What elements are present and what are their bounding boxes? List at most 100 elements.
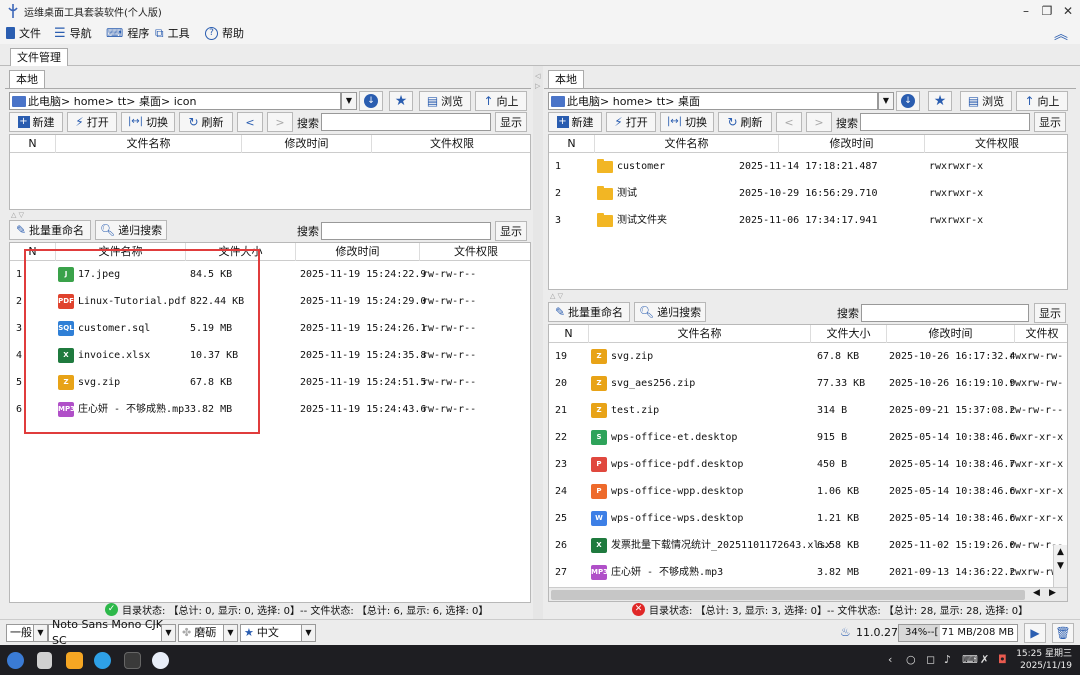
table-row[interactable]: 26 X 发票批量下载情况统计_20251101172643.xlsx 6.58 KB… [549,532,1067,559]
file-name[interactable]: invoice.xlsx [78,342,190,369]
keyboard-icon[interactable]: ⌨ [962,653,978,666]
open-button[interactable]: ⚡ 打开 [606,112,656,132]
theme-select[interactable]: ✤ 磨砺 ▼ [178,624,238,642]
table-row[interactable]: 4 Xinvoice.xlsx 10.37 KB 2025-11-19 15:24:3… [10,342,530,369]
menu-nav[interactable]: ☰ 导航 [54,25,92,41]
splitter-handle[interactable]: △ ▽ [11,211,24,219]
col-name[interactable]: 文件名称 [589,325,811,343]
col-perm[interactable]: 文件权限 [372,135,530,153]
table-row[interactable]: 25 Wwps-office-wps.desktop 1.21 KB 2025-05-… [549,505,1067,532]
file-name[interactable]: customer.sql [78,315,190,342]
table-row[interactable]: 19 Zsvg.zip 67.8 KB 2025-10-26 16:17:32.442… [549,343,1067,370]
file-name[interactable]: 发票批量下载情况统计_20251101172643.xlsx [611,532,831,559]
col-mtime[interactable]: 修改时间 [887,325,1015,343]
volume-icon[interactable]: ♪ [944,653,951,666]
col-size[interactable]: 文件大小 [811,325,887,343]
menu-help[interactable]: ? 帮助 [205,25,244,41]
file-name[interactable]: wps-office-pdf.desktop [611,451,831,478]
left-path-bar[interactable]: 此电脑 > home > tt > 桌面 > icon [9,92,341,110]
refresh-button[interactable]: ↻ 刷新 [179,112,233,132]
forward-button[interactable]: > [267,112,293,132]
up-button[interactable]: ↑ 向上 [1016,91,1068,111]
file-show-button[interactable]: 显示 [1034,303,1066,323]
file-name[interactable]: wps-office-wpp.desktop [611,478,831,505]
back-button[interactable]: < [776,112,802,132]
col-perm[interactable]: 文件权限 [925,135,1067,153]
table-row[interactable]: 20 Zsvg_aes256.zip 77.33 KB 2025-10-26 16:1… [549,370,1067,397]
table-row[interactable]: 21 Ztest.zip 314 B 2025-09-21 15:37:08.224 r… [549,397,1067,424]
scroll-left-icon[interactable]: ◀ [1033,588,1040,598]
table-row[interactable]: 5 Zsvg.zip 67.8 KB 2025-11-19 15:24:51.553 r… [10,369,530,396]
right-path-seg[interactable]: home [613,95,644,108]
terminal-icon[interactable] [124,652,141,669]
chevron-down-icon[interactable]: ▼ [341,92,357,110]
table-row[interactable]: 27 MP3 庄心妍 - 不够成熟.mp3 3.82 MB 2021-09-13 14:… [549,559,1067,586]
col-n[interactable]: N [549,135,595,153]
back-button[interactable]: < [237,112,263,132]
clock[interactable]: 15:25 星期三 2025/11/19 [1016,648,1072,672]
mode-select[interactable]: 一般 ▼ [6,624,48,642]
forward-button[interactable]: > [806,112,832,132]
notification-icon[interactable]: ◘ [998,653,1007,666]
chevron-down-icon[interactable]: ▼ [878,92,894,110]
switch-button[interactable]: |↔| 切换 [660,112,714,132]
table-row[interactable]: 23 Pwps-office-pdf.desktop 450 B 2025-05-14… [549,451,1067,478]
horizontal-scrollbar[interactable]: ◀ ▶ [549,587,1067,601]
file-name[interactable]: 庄心妍 - 不够成熟.mp3 [78,396,190,423]
left-path-seg[interactable]: 桌面 [139,93,161,109]
download-button[interactable]: ↓ [359,91,383,111]
menu-program[interactable]: ⌨ 程序 [106,25,149,41]
file-name[interactable]: svg_aes256.zip [611,370,831,397]
batch-rename-button[interactable]: ✎ 批量重命名 [9,220,91,240]
vertical-scrollbar[interactable]: ▲ ▼ [1053,545,1067,587]
table-row[interactable]: 22 Swps-office-et.desktop 915 B 2025-05-14 … [549,424,1067,451]
bookmark-button[interactable]: ★ [389,91,413,111]
dir-show-button[interactable]: 显示 [495,112,527,132]
col-mtime[interactable]: 修改时间 [242,135,372,153]
recursive-search-button[interactable]: 🔍︎ 递归搜索 [634,302,706,322]
tab-file-manager[interactable]: 文件管理 [10,48,68,66]
font-select[interactable]: Noto Sans Mono CJK SC ▼ [48,618,176,647]
browse-button[interactable]: ▤ 浏览 [419,91,471,111]
dir-search-input[interactable] [321,113,491,131]
table-row[interactable]: 3 测试文件夹 2025-11-06 17:34:17.941 rwxrwxr-x [549,207,1067,234]
file-search-input[interactable] [321,222,491,240]
pane-splitter[interactable]: ◁ ▷ [533,66,543,619]
col-name[interactable]: 文件名称 [56,135,242,153]
browser-icon[interactable] [94,652,111,669]
col-name[interactable]: 文件名称 [56,243,186,261]
right-path-seg[interactable]: 此电脑 [567,93,600,109]
trash-button[interactable]: 🗑︎ [1052,623,1074,643]
scroll-up-icon[interactable]: ▲ [1057,547,1064,557]
table-row[interactable]: 2 PDF Linux-Tutorial.pdf 822.44 KB 2025-11-1… [10,288,530,315]
dir-show-button[interactable]: 显示 [1034,112,1066,132]
left-path-seg[interactable]: icon [174,95,197,108]
table-row[interactable]: 1 J 17.jpeg 84.5 KB 2025-11-19 15:24:22.998 r… [10,261,530,288]
collapse-up-icon[interactable]: ︽ [1054,24,1068,44]
right-path-seg[interactable]: 桌面 [678,93,700,109]
language-select[interactable]: ★ 中文 ▼ [240,624,316,642]
file-name[interactable]: wps-office-wps.desktop [611,505,831,532]
network-icon[interactable]: ✗ [980,653,989,666]
right-path-seg[interactable]: tt [657,95,666,108]
col-size[interactable]: 文件大小 [186,243,296,261]
table-row[interactable]: 24 Pwps-office-wpp.desktop 1.06 KB 2025-05-… [549,478,1067,505]
menu-tools[interactable]: ⧉ 工具 [155,25,190,41]
file-name[interactable]: svg.zip [611,343,831,370]
file-show-button[interactable]: 显示 [495,221,527,241]
browse-button[interactable]: ▤ 浏览 [960,91,1012,111]
col-n[interactable]: N [549,325,589,343]
col-perm[interactable]: 文件权 [1015,325,1067,343]
col-name[interactable]: 文件名称 [595,135,779,153]
chevron-left-icon[interactable]: ‹ [888,653,892,666]
left-path-seg[interactable]: 此电脑 [28,93,61,109]
refresh-button[interactable]: ↻ 刷新 [718,112,772,132]
file-name[interactable]: 17.jpeg [78,261,190,288]
file-name[interactable]: svg.zip [78,369,190,396]
left-local-tab[interactable]: 本地 [9,70,45,88]
bookmark-button[interactable]: ★ [928,91,952,111]
left-path-seg[interactable]: home [74,95,105,108]
batch-rename-button[interactable]: ✎ 批量重命名 [548,302,630,322]
minimize-button[interactable]: – [1018,3,1034,19]
table-row[interactable]: 2 测试 2025-10-29 16:56:29.710 rwxrwxr-x [549,180,1067,207]
